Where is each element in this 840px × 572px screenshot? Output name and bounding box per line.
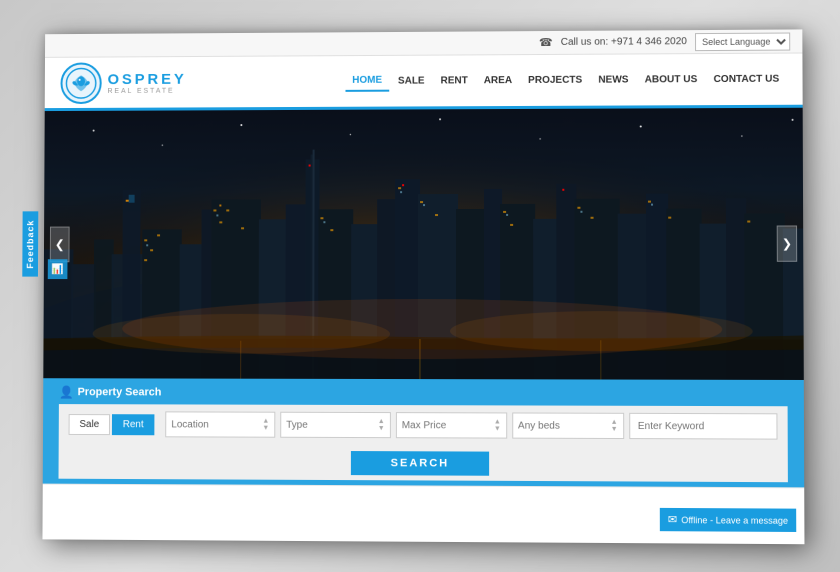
price-field: ▲▼ bbox=[396, 412, 507, 438]
sale-tab[interactable]: Sale bbox=[69, 414, 110, 435]
search-button[interactable]: SEARCH bbox=[351, 451, 490, 476]
logo[interactable]: OSPREY REAL ESTATE bbox=[60, 61, 186, 103]
nav-news[interactable]: NEWS bbox=[591, 70, 635, 89]
person-icon: 👤 bbox=[59, 385, 74, 399]
search-controls: Sale Rent ▲▼ ▲▼ bbox=[59, 404, 788, 447]
chat-icon: ✉ bbox=[668, 513, 677, 526]
logo-icon bbox=[60, 62, 101, 104]
type-input[interactable] bbox=[286, 419, 378, 430]
nav-about[interactable]: ABOUT US bbox=[638, 70, 705, 89]
nav-area[interactable]: AREA bbox=[477, 71, 519, 90]
search-section: 👤 Property Search Sale Rent ▲▼ bbox=[43, 378, 804, 487]
beds-input[interactable] bbox=[518, 420, 611, 431]
city-skyline bbox=[43, 108, 803, 380]
nav-sale[interactable]: SALE bbox=[391, 72, 432, 91]
beds-field: ▲▼ bbox=[512, 412, 624, 439]
price-input[interactable] bbox=[402, 420, 494, 431]
logo-text-group: OSPREY REAL ESTATE bbox=[108, 70, 187, 94]
language-select[interactable]: Select Language bbox=[695, 32, 790, 51]
beds-arrows: ▲▼ bbox=[611, 419, 618, 433]
keyword-field bbox=[629, 413, 778, 440]
location-input[interactable] bbox=[171, 419, 262, 430]
prev-arrow[interactable]: ❮ bbox=[50, 227, 70, 263]
price-arrows: ▲▼ bbox=[494, 418, 501, 432]
search-title: 👤 Property Search bbox=[59, 385, 788, 401]
type-arrows: ▲▼ bbox=[378, 418, 385, 432]
nav-links: HOME SALE RENT AREA PROJECTS NEWS ABOUT … bbox=[206, 69, 786, 93]
logo-sub: REAL ESTATE bbox=[108, 87, 187, 94]
feedback-tab[interactable]: Feedback bbox=[22, 212, 38, 277]
tab-group: Sale Rent bbox=[69, 414, 155, 435]
nav-home[interactable]: HOME bbox=[345, 71, 389, 92]
phone-text: Call us on: +971 4 346 2020 bbox=[561, 36, 687, 48]
phone-icon: ☎ bbox=[539, 36, 553, 49]
offline-chat-button[interactable]: ✉ Offline - Leave a message bbox=[660, 508, 797, 532]
nav-bar: OSPREY REAL ESTATE HOME SALE RENT AREA P… bbox=[45, 54, 803, 112]
offline-label: Offline - Leave a message bbox=[681, 515, 788, 526]
rent-tab[interactable]: Rent bbox=[112, 414, 155, 435]
chart-icon[interactable]: 📊 bbox=[48, 259, 68, 279]
hero-section: ❮ ❯ 📊 bbox=[43, 108, 803, 380]
keyword-input[interactable] bbox=[638, 420, 768, 432]
type-field: ▲▼ bbox=[280, 412, 391, 438]
nav-rent[interactable]: RENT bbox=[434, 71, 475, 90]
nav-projects[interactable]: PROJECTS bbox=[521, 71, 589, 90]
logo-name: OSPREY bbox=[108, 70, 187, 87]
search-btn-row: SEARCH bbox=[59, 444, 788, 482]
nav-contact[interactable]: CONTACT US bbox=[706, 70, 786, 89]
next-arrow[interactable]: ❯ bbox=[777, 225, 797, 261]
location-arrows: ▲▼ bbox=[262, 418, 269, 432]
location-field: ▲▼ bbox=[165, 411, 275, 437]
